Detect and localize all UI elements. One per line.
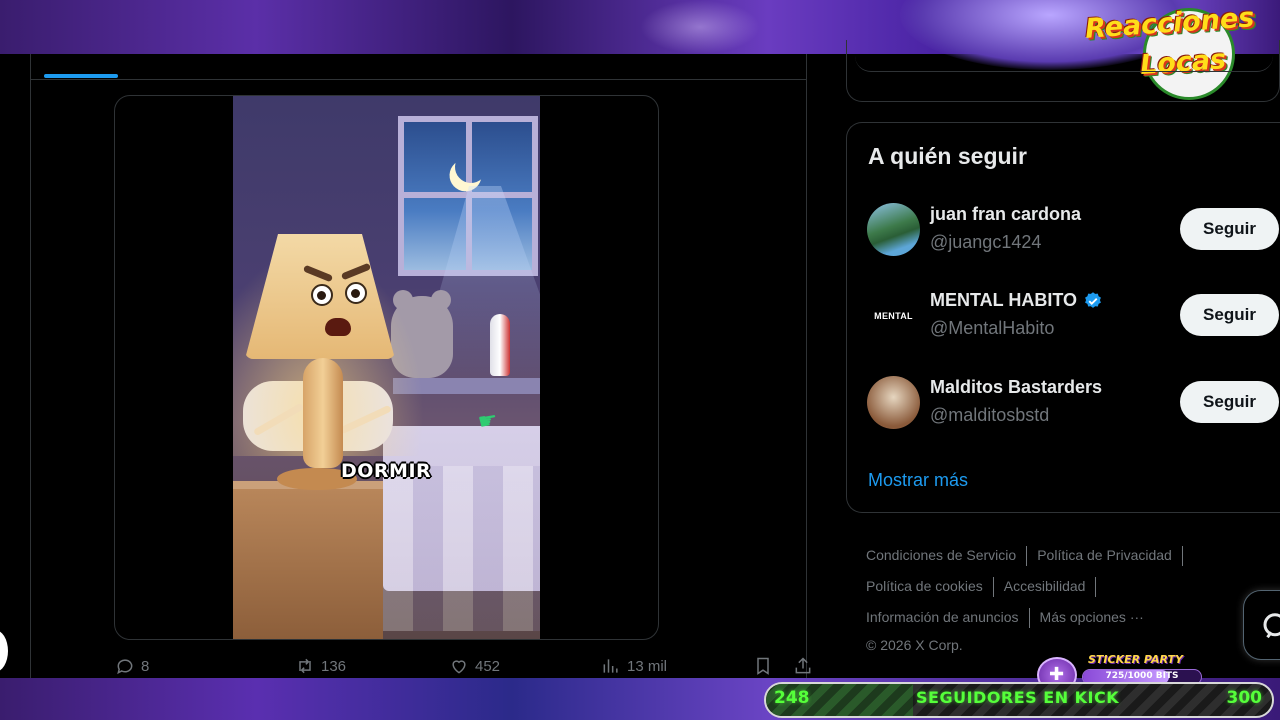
like-button[interactable]: 452	[449, 656, 500, 676]
lamp-character-body	[303, 358, 343, 468]
lamp-eye-right	[345, 282, 367, 304]
who-to-follow-title: A quién seguir	[868, 143, 1027, 169]
tweet-actions: 8 136 452 13 mil	[115, 656, 811, 680]
sidebar-footer: Condiciones de Servicio Política de Priv…	[866, 540, 1280, 657]
sticker-progress-text: 725/1000 BITS	[1105, 671, 1179, 681]
bookmark-button[interactable]	[753, 656, 773, 676]
reply-button[interactable]: 8	[115, 656, 149, 676]
view-count: 13 mil	[627, 657, 668, 675]
footer-link-more-options[interactable]: Más opciones ···	[1040, 602, 1144, 633]
scroll-handle[interactable]	[0, 630, 8, 672]
nightstand-illustration	[233, 481, 383, 639]
user-name[interactable]: juan fran cardona	[930, 204, 1081, 225]
smoke-decoration	[640, 0, 760, 54]
tweet-column: DORMIR ☛ 8 136 452 13 mil	[30, 54, 811, 680]
repost-button[interactable]: 136	[295, 656, 346, 676]
grok-chat-button[interactable]	[1243, 590, 1280, 660]
user-handle[interactable]: @MentalHabito	[930, 318, 1054, 339]
show-more-link[interactable]: Mostrar más	[868, 470, 968, 491]
toy-rocket-illustration	[490, 314, 510, 376]
like-count: 452	[475, 657, 501, 675]
who-to-follow-card: A quién seguir juan fran cardona @juangc…	[846, 122, 1280, 513]
follow-button[interactable]: Seguir	[1180, 381, 1279, 423]
kick-goal-target: 300	[1226, 688, 1263, 708]
user-handle[interactable]: @juangc1424	[930, 232, 1041, 253]
avatar[interactable]	[867, 203, 920, 256]
bookmark-icon	[757, 657, 769, 675]
follow-suggestion[interactable]: MENTAL MENTAL HABITO @MentalHabito Segui…	[867, 281, 1280, 342]
divider	[1026, 545, 1028, 566]
follow-suggestion[interactable]: Malditos Bastarders @malditosbstd Seguir	[867, 368, 1280, 429]
user-handle[interactable]: @malditosbstd	[930, 405, 1049, 426]
follow-button[interactable]: Seguir	[1180, 294, 1279, 336]
footer-link-cookies[interactable]: Política de cookies	[866, 571, 983, 602]
avatar[interactable]: MENTAL	[867, 289, 920, 342]
follow-suggestion[interactable]: juan fran cardona @juangc1424 Seguir	[867, 195, 1280, 256]
footer-link-ads-info[interactable]: Información de anuncios	[866, 602, 1019, 633]
analytics-icon	[603, 659, 618, 673]
kick-goal-current: 248	[774, 688, 810, 708]
video-frame[interactable]: DORMIR ☛	[233, 96, 540, 639]
user-name[interactable]: MENTAL HABITO	[930, 290, 1103, 311]
stream-screen: Reacciones Locas DORMIR ☛ 8 136 452 13 m…	[0, 0, 1280, 720]
avatar-text: MENTAL	[874, 310, 913, 321]
divider	[31, 79, 807, 80]
reply-icon	[117, 659, 133, 675]
copyright: © 2026 X Corp.	[866, 637, 963, 653]
divider	[1028, 607, 1030, 628]
sidebar-previous-card	[846, 40, 1280, 102]
footer-link-accessibility[interactable]: Accesibilidad	[1004, 571, 1086, 602]
reply-count: 8	[141, 657, 150, 675]
heart-icon	[452, 660, 466, 674]
repost-icon	[299, 658, 311, 674]
footer-link-terms[interactable]: Condiciones de Servicio	[866, 540, 1016, 571]
share-icon	[795, 657, 811, 674]
active-tab-indicator	[44, 74, 118, 78]
lamp-mouth	[325, 318, 351, 336]
divider	[1095, 576, 1097, 597]
footer-link-privacy[interactable]: Política de Privacidad	[1037, 540, 1172, 571]
tweet-media[interactable]: DORMIR ☛	[114, 95, 659, 640]
sticker-party-title: STICKER PARTY	[1088, 653, 1183, 666]
kick-followers-goal: 248 SEGUIDORES EN KICK 300	[764, 682, 1274, 718]
lamp-eye-left	[311, 284, 333, 306]
video-caption: DORMIR	[341, 460, 432, 482]
kick-goal-label: SEGUIDORES EN KICK	[916, 688, 1120, 707]
divider	[1181, 545, 1183, 566]
share-button[interactable]	[793, 656, 813, 676]
avatar[interactable]	[867, 376, 920, 429]
follow-button[interactable]: Seguir	[1180, 208, 1279, 250]
mouse-cursor-icon: ☛	[475, 406, 500, 435]
views-button[interactable]: 13 mil	[601, 656, 667, 676]
divider	[992, 576, 994, 597]
verified-badge-icon	[1085, 291, 1101, 308]
chat-icon	[1263, 613, 1280, 639]
sidebar-card-inner	[855, 40, 1273, 72]
repost-count: 136	[321, 657, 347, 675]
user-name[interactable]: Malditos Bastarders	[930, 377, 1102, 398]
